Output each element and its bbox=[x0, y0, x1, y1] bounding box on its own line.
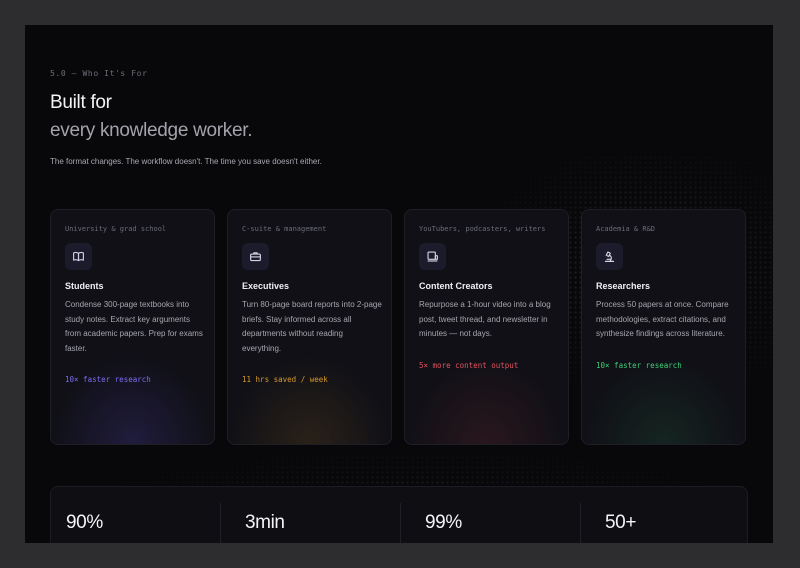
card-description: Process 50 papers at once. Compare metho… bbox=[596, 300, 729, 338]
card-stat: 10× faster research bbox=[65, 375, 151, 384]
card-tag: Academia & R&D bbox=[596, 225, 656, 233]
stat-cell: 99% bbox=[410, 487, 590, 543]
stat-value: 90% bbox=[66, 512, 103, 533]
audience-card-researchers: Academia & R&D Researchers Process 50 pa… bbox=[581, 209, 746, 445]
stat-cell: 3min bbox=[230, 487, 410, 543]
stats-bar: 90% 3min 99% 50+ bbox=[50, 486, 748, 543]
book-icon bbox=[65, 243, 92, 270]
section-heading-line2: every knowledge worker. bbox=[50, 120, 253, 141]
card-title: Content Creators bbox=[419, 281, 493, 291]
stat-value: 3min bbox=[245, 512, 285, 533]
card-description: Repurpose a 1-hour video into a blog pos… bbox=[419, 300, 551, 338]
microscope-icon bbox=[596, 243, 623, 270]
card-glow bbox=[51, 354, 214, 444]
card-title: Researchers bbox=[596, 281, 651, 291]
audience-card-content-creators: YouTubers, podcasters, writers Content C… bbox=[404, 209, 569, 445]
card-tag: University & grad school bbox=[65, 225, 167, 233]
device-icon bbox=[419, 243, 446, 270]
stat-value: 99% bbox=[425, 512, 462, 533]
briefcase-icon bbox=[242, 243, 269, 270]
audience-card-executives: C-suite & management Executives Turn 80-… bbox=[227, 209, 392, 445]
stat-cell: 50+ bbox=[590, 487, 770, 543]
audience-card-students: University & grad school Students Conden… bbox=[50, 209, 215, 445]
card-tag: YouTubers, podcasters, writers bbox=[419, 225, 546, 233]
card-description: Turn 80-page board reports into 2-page b… bbox=[242, 300, 382, 353]
card-stat: 5× more content output bbox=[419, 361, 519, 370]
stat-divider bbox=[400, 503, 401, 543]
card-title: Executives bbox=[242, 281, 290, 291]
section-subtitle: The format changes. The workflow doesn't… bbox=[50, 157, 322, 166]
card-description: Condense 300-page textbooks into study n… bbox=[65, 300, 203, 353]
card-glow bbox=[228, 354, 391, 444]
stat-cell: 90% bbox=[51, 487, 231, 543]
card-title: Students bbox=[65, 281, 104, 291]
page-frame: 5.0 — Who It's For Built for every knowl… bbox=[25, 25, 773, 543]
stat-value: 50+ bbox=[605, 512, 637, 533]
card-tag: C-suite & management bbox=[242, 225, 327, 233]
section-eyebrow: 5.0 — Who It's For bbox=[50, 69, 148, 78]
stat-divider bbox=[220, 503, 221, 543]
card-stat: 11 hrs saved / week bbox=[242, 375, 328, 384]
card-stat: 10× faster research bbox=[596, 361, 682, 370]
stat-divider bbox=[580, 503, 581, 543]
section-heading-line1: Built for bbox=[50, 92, 112, 113]
